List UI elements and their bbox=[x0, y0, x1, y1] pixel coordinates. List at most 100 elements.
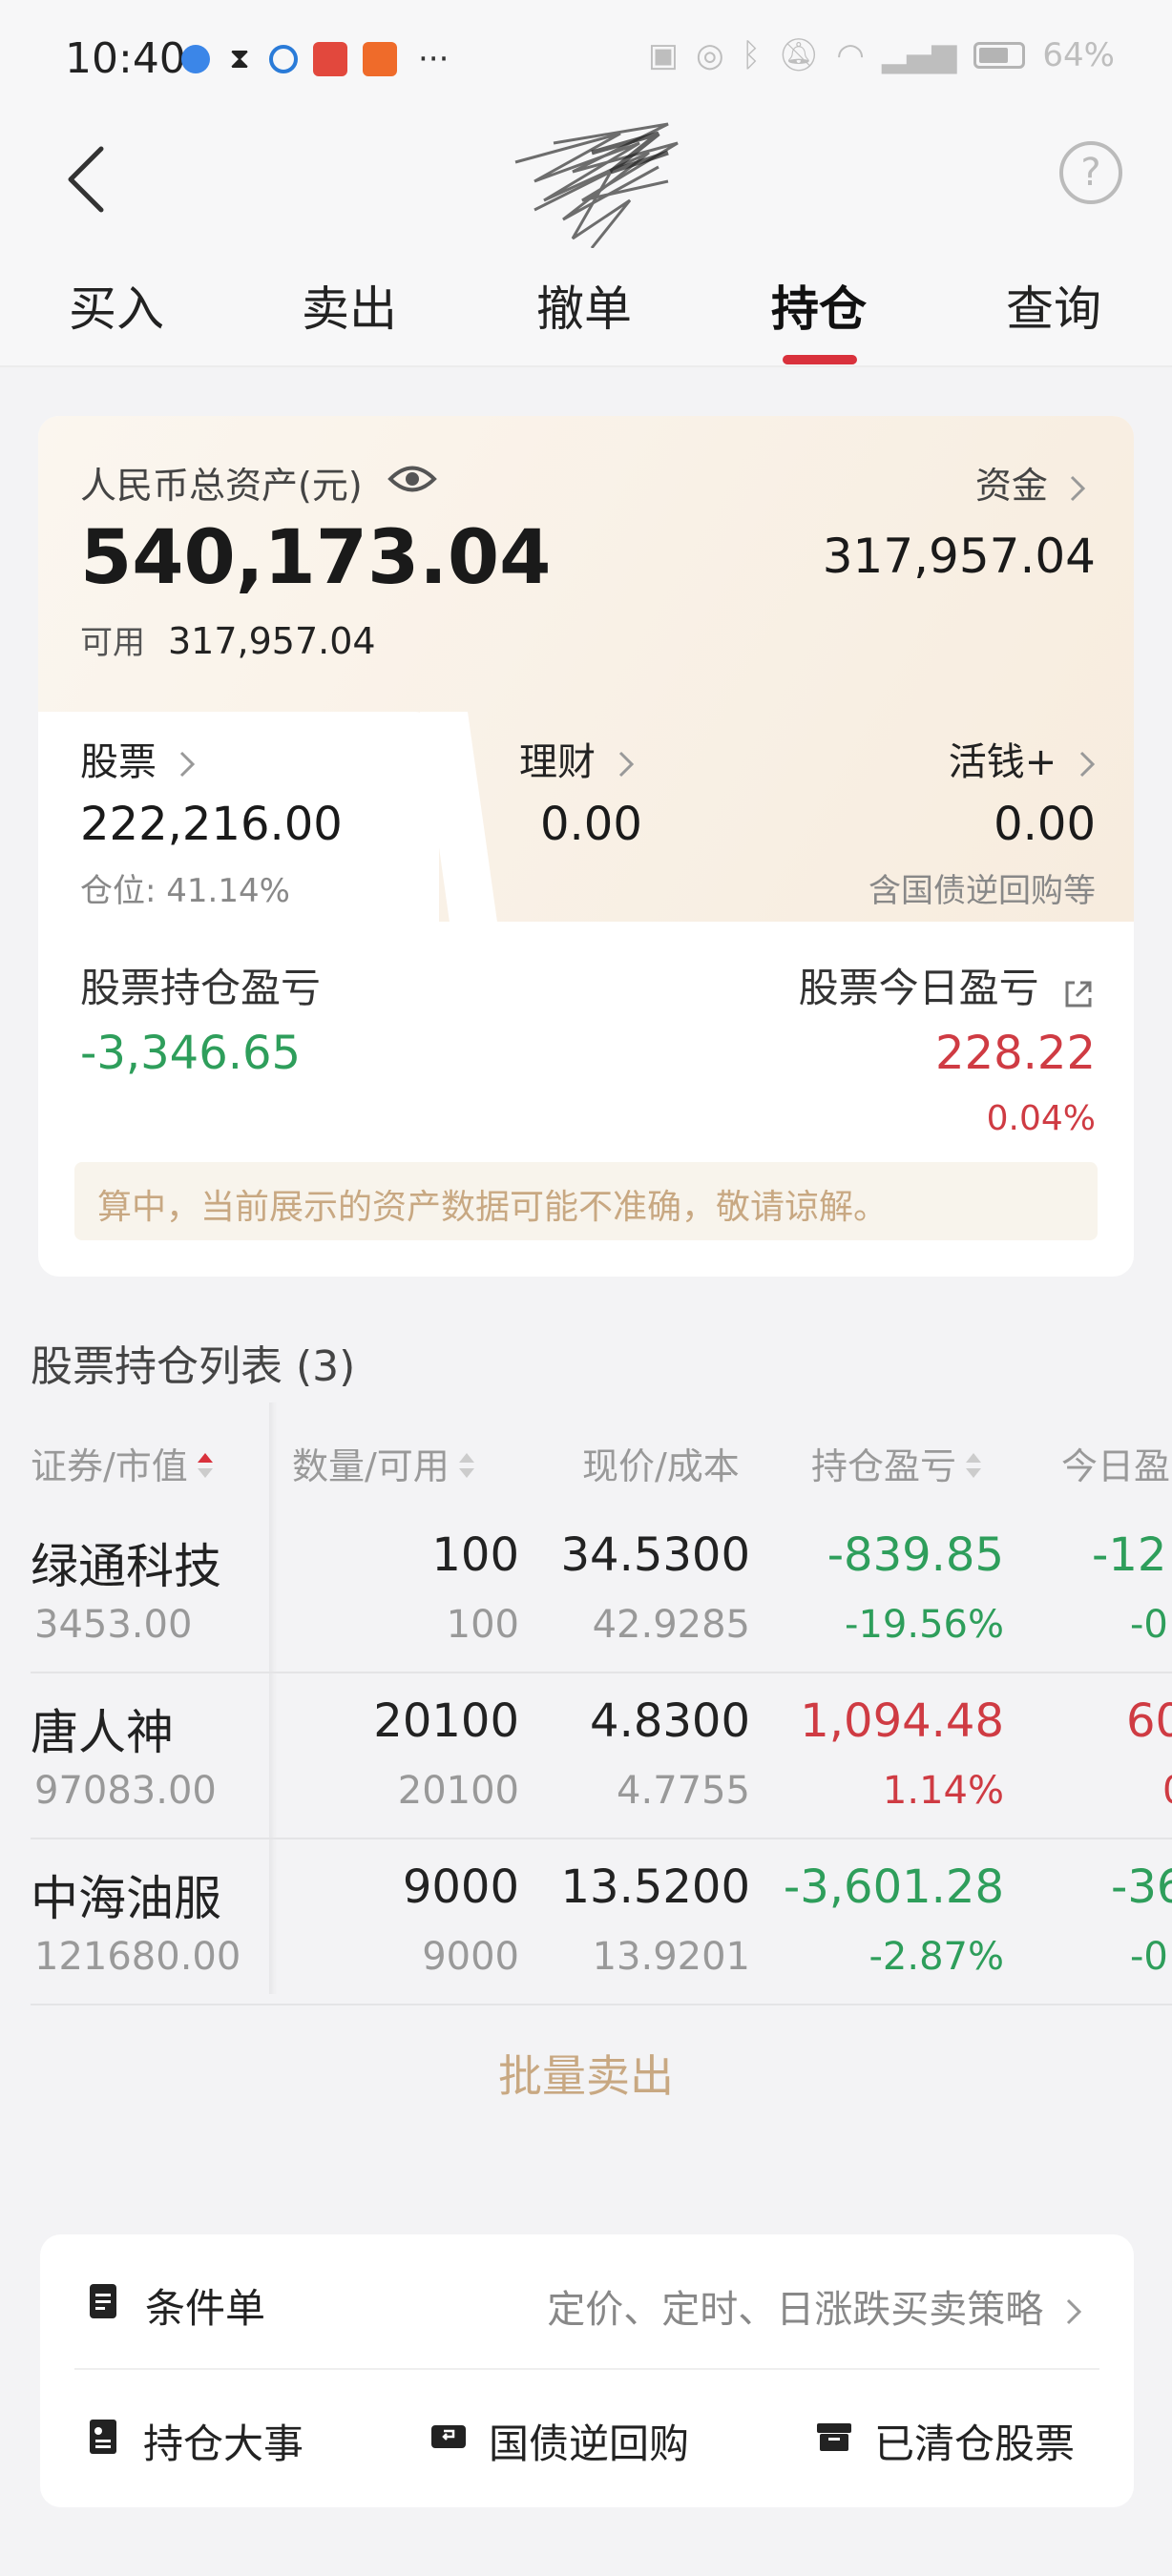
holding-pnl: -3,601.28 bbox=[783, 1860, 1004, 1914]
funds-link[interactable]: 资金 bbox=[975, 456, 1086, 509]
holdings-table: 证券/市值 数量/可用 现价/成本 持仓盈亏 今日盈 绿通科技 3453.00 … bbox=[0, 1402, 1172, 2005]
data-notice: 算中，当前展示的资产数据可能不准确，敬请谅解。 bbox=[74, 1162, 1098, 1240]
sort-desc-active-icon bbox=[196, 1448, 215, 1490]
wealth-label: 理财 bbox=[519, 740, 596, 784]
total-assets-label-row: 人民币总资产(元) bbox=[80, 456, 437, 509]
funds-label: 资金 bbox=[974, 465, 1048, 507]
cash-plus-label: 活钱+ bbox=[948, 740, 1057, 784]
back-button[interactable] bbox=[63, 143, 120, 219]
chevron-right-icon bbox=[1078, 740, 1096, 784]
tab-query[interactable]: 查询 bbox=[1006, 271, 1101, 340]
conditional-order-desc[interactable]: 定价、定时、日涨跌买卖策略 bbox=[547, 2278, 1082, 2334]
status-bar: 10:40 ⧗ ··· ▣ ◎ ᛒ 🔕︎ ◠ ▂▄▆ 64% bbox=[0, 0, 1172, 114]
signal-icon: ▂▄▆ bbox=[881, 36, 957, 74]
cash-plus-link[interactable]: 活钱+ bbox=[949, 731, 1096, 786]
notification-icons: ⧗ ··· bbox=[181, 40, 449, 78]
col-qty-label: 数量/可用 bbox=[292, 1445, 450, 1487]
wealth-link[interactable]: 理财 bbox=[519, 731, 635, 786]
quantity: 100 bbox=[431, 1528, 519, 1582]
wifi-icon: ◠ bbox=[836, 36, 865, 74]
mute-icon: 🔕︎ bbox=[778, 36, 820, 74]
available-qty: 20100 bbox=[397, 1769, 519, 1813]
available-label: 可用 bbox=[80, 624, 145, 662]
today-pnl-link[interactable]: 股票今日盈亏 bbox=[799, 956, 1096, 1014]
current-price: 13.5200 bbox=[560, 1860, 751, 1914]
document-icon bbox=[84, 2282, 122, 2330]
tab-buy[interactable]: 买入 bbox=[69, 271, 164, 340]
ticket-icon bbox=[429, 2418, 468, 2465]
holding-pnl-value: -3,346.65 bbox=[80, 1027, 302, 1080]
today-pnl-percent: -0. bbox=[1130, 1603, 1172, 1647]
col-pnl-header[interactable]: 持仓盈亏 bbox=[811, 1437, 983, 1490]
tab-cancel[interactable]: 撤单 bbox=[536, 271, 632, 340]
system-status-icons: ▣ ◎ ᛒ 🔕︎ ◠ ▂▄▆ 64% bbox=[648, 36, 1115, 74]
col-security-label: 证券/市值 bbox=[31, 1445, 188, 1487]
today-pnl-percent: -0. bbox=[1130, 1935, 1172, 1979]
today-pnl: -360 bbox=[1111, 1860, 1172, 1914]
holding-events-label: 持仓大事 bbox=[143, 2420, 304, 2467]
tab-sell[interactable]: 卖出 bbox=[302, 271, 397, 340]
available-qty: 100 bbox=[446, 1603, 519, 1647]
table-row[interactable]: 绿通科技 3453.00 100 100 34.5300 42.9285 -83… bbox=[31, 1507, 1172, 1673]
available-qty: 9000 bbox=[422, 1935, 519, 1979]
batch-sell-button[interactable]: 批量卖出 bbox=[0, 2042, 1172, 2105]
bluetooth-icon: ᛒ bbox=[741, 36, 762, 74]
chevron-left-icon bbox=[68, 146, 104, 213]
tools-card: 条件单 定价、定时、日涨跌买卖策略 持仓大事 国债逆回购 已清仓股票 bbox=[40, 2234, 1134, 2507]
chat-notification-icon bbox=[269, 45, 298, 73]
chevron-right-icon bbox=[178, 740, 196, 784]
total-assets-value: 540,173.04 bbox=[80, 515, 552, 601]
stocks-link[interactable]: 股票 bbox=[80, 731, 196, 786]
cash-plus-note: 含国债逆回购等 bbox=[869, 872, 1096, 910]
col-security-header[interactable]: 证券/市值 bbox=[31, 1437, 215, 1490]
current-price: 34.5300 bbox=[560, 1528, 751, 1582]
quantity: 9000 bbox=[402, 1860, 519, 1914]
cost-price: 42.9285 bbox=[592, 1603, 750, 1647]
holding-events-button[interactable]: 持仓大事 bbox=[84, 2412, 303, 2470]
today-pnl: 600 bbox=[1126, 1694, 1172, 1748]
archive-box-icon bbox=[815, 2418, 853, 2465]
asset-summary-card: 人民币总资产(元) 540,173.04 可用 317,957.04 资金 317… bbox=[38, 416, 1134, 1277]
help-button[interactable]: ? bbox=[1059, 141, 1122, 204]
holdings-title: 股票持仓列表 (3) bbox=[31, 1342, 356, 1391]
holding-pnl-label: 股票持仓盈亏 bbox=[80, 965, 322, 1011]
chevron-right-icon bbox=[1065, 2288, 1082, 2332]
report-icon bbox=[84, 2418, 122, 2465]
battery-icon bbox=[973, 42, 1026, 69]
conditional-order-button[interactable]: 条件单 bbox=[84, 2276, 265, 2335]
more-notifications-icon: ··· bbox=[418, 40, 450, 78]
wealth-value: 0.00 bbox=[540, 798, 642, 851]
status-time: 10:40 bbox=[65, 34, 186, 83]
holding-pnl-percent: 1.14% bbox=[882, 1769, 1004, 1813]
col-today-header[interactable]: 今日盈 bbox=[1061, 1437, 1170, 1489]
today-pnl-value: 228.22 bbox=[935, 1027, 1096, 1080]
chevron-right-icon bbox=[617, 740, 635, 784]
funds-value: 317,957.04 bbox=[822, 529, 1096, 584]
holding-pnl: -839.85 bbox=[827, 1528, 1004, 1582]
today-pnl-percent: 0.04% bbox=[986, 1099, 1096, 1138]
cash-plus-value: 0.00 bbox=[994, 798, 1096, 851]
available-value: 317,957.04 bbox=[168, 620, 376, 662]
stocks-value: 222,216.00 bbox=[80, 798, 343, 851]
market-value: 121680.00 bbox=[34, 1935, 241, 1979]
market-value: 3453.00 bbox=[34, 1603, 193, 1647]
stock-name: 中海油服 bbox=[31, 1871, 221, 1926]
col-qty-header[interactable]: 数量/可用 bbox=[292, 1437, 476, 1490]
tab-positions[interactable]: 持仓 bbox=[771, 271, 867, 340]
cleared-stocks-label: 已清仓股票 bbox=[874, 2420, 1076, 2467]
hourglass-icon: ⧗ bbox=[229, 42, 250, 75]
active-tab-indicator bbox=[783, 355, 857, 364]
battery-percent: 64% bbox=[1042, 36, 1115, 74]
table-row[interactable]: 唐人神 97083.00 20100 20100 4.8300 4.7755 1… bbox=[31, 1673, 1172, 1839]
current-price: 4.8300 bbox=[590, 1694, 750, 1748]
reverse-repo-button[interactable]: 国债逆回购 bbox=[429, 2412, 689, 2470]
cleared-stocks-button[interactable]: 已清仓股票 bbox=[815, 2412, 1075, 2470]
app-notification-icon bbox=[313, 42, 347, 76]
sort-icon bbox=[457, 1448, 476, 1490]
holding-pnl-percent: -2.87% bbox=[869, 1935, 1004, 1979]
table-row[interactable]: 中海油服 121680.00 9000 9000 13.5200 13.9201… bbox=[31, 1839, 1172, 2005]
sort-icon bbox=[964, 1448, 983, 1490]
browser-notification-icon bbox=[181, 45, 210, 73]
position-ratio: 仓位: 41.14% bbox=[80, 872, 290, 910]
eye-icon[interactable] bbox=[387, 462, 437, 504]
